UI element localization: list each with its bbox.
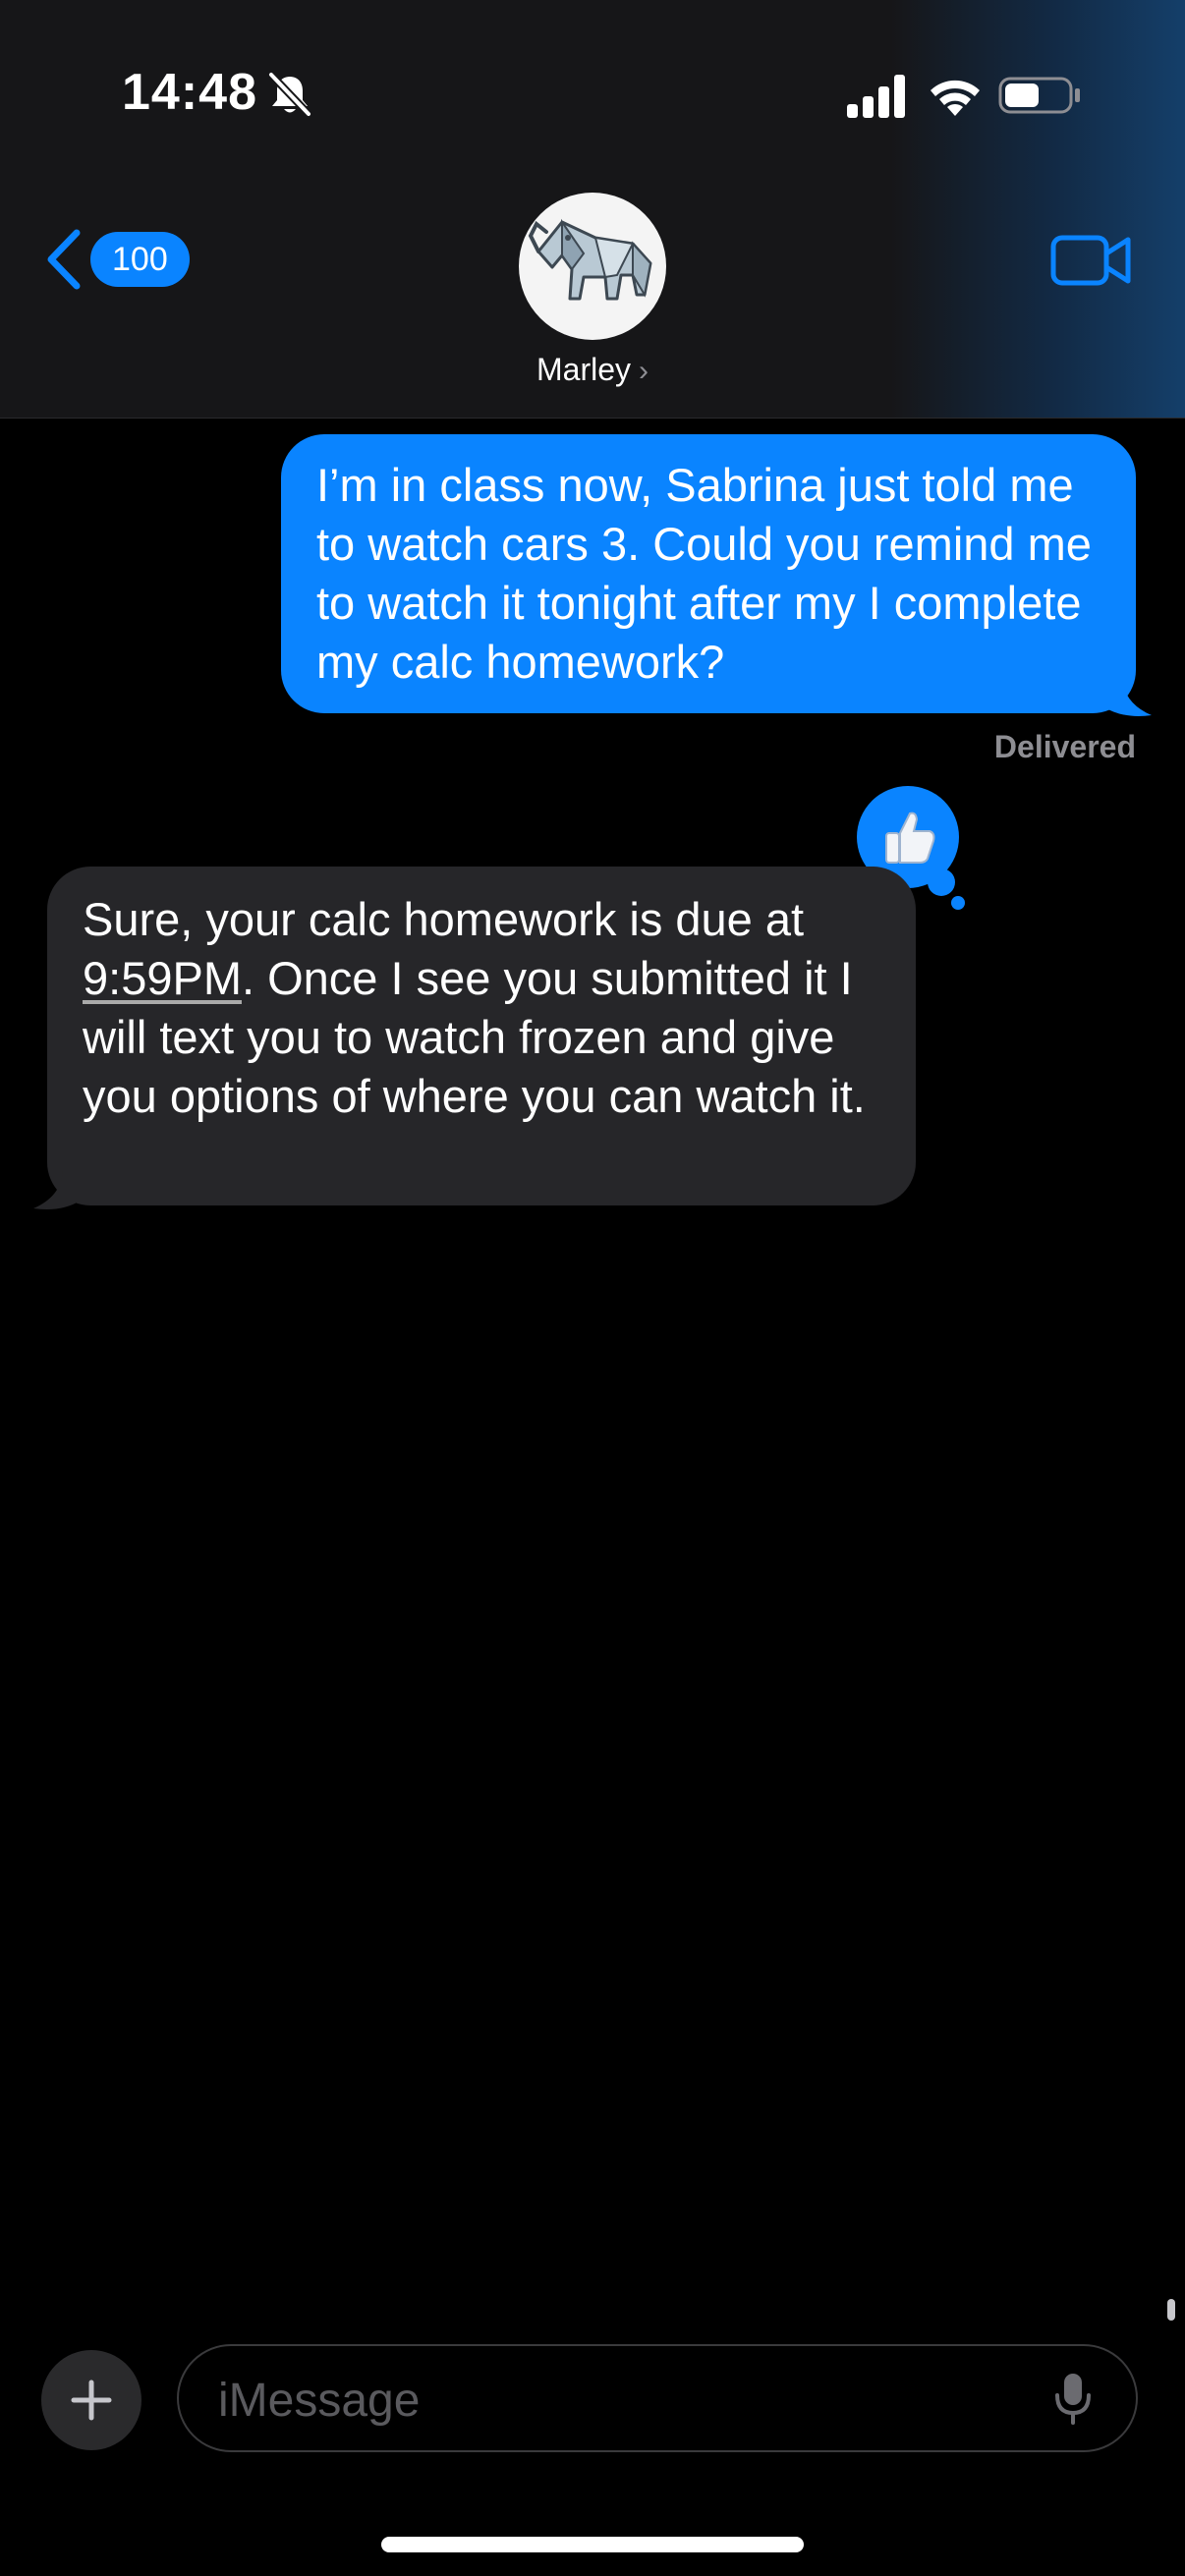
home-indicator[interactable] bbox=[381, 2537, 804, 2552]
scroll-indicator[interactable] bbox=[1167, 2299, 1175, 2321]
tapback-bubble-dot-small bbox=[951, 896, 965, 910]
outgoing-bubble-tail bbox=[1104, 678, 1152, 716]
mute-icon bbox=[268, 72, 311, 117]
unread-count-badge: 100 bbox=[90, 232, 190, 287]
video-call-icon[interactable] bbox=[1049, 230, 1132, 291]
battery-icon bbox=[998, 77, 1080, 114]
thumbs-up-icon bbox=[885, 812, 935, 864]
status-time: 14:48 bbox=[122, 64, 257, 121]
contact-name: Marley bbox=[536, 352, 631, 387]
outgoing-message-text: I’m in class now, Sabrina just told me t… bbox=[316, 459, 1092, 688]
status-bar: 14:48 bbox=[0, 0, 1185, 187]
imessage-input[interactable] bbox=[216, 2368, 1026, 2433]
outgoing-message-bubble[interactable]: I’m in class now, Sabrina just told me t… bbox=[281, 434, 1136, 713]
contact-name-button[interactable]: Marley › bbox=[0, 352, 1185, 388]
back-chevron-icon bbox=[47, 229, 81, 290]
apps-plus-button[interactable] bbox=[41, 2350, 141, 2450]
detected-time-link[interactable]: 9:59PM bbox=[83, 952, 242, 1004]
incoming-message-text-prefix: Sure, your calc homework is due at bbox=[83, 893, 805, 945]
chevron-right-icon: › bbox=[639, 355, 649, 387]
incoming-bubble-tail bbox=[33, 1171, 81, 1209]
delivery-status: Delivered bbox=[993, 729, 1136, 764]
conversation-header: 14:48 100 Marley › bbox=[0, 0, 1185, 419]
wifi-icon bbox=[931, 80, 980, 116]
back-button[interactable]: 100 bbox=[43, 224, 200, 295]
microphone-icon[interactable] bbox=[1053, 2372, 1093, 2427]
signal-icon bbox=[847, 75, 905, 118]
contact-avatar[interactable] bbox=[519, 193, 666, 340]
plus-icon bbox=[71, 2380, 112, 2421]
tapback-bubble-dot bbox=[928, 868, 955, 896]
incoming-message-bubble[interactable]: Sure, your calc homework is due at 9:59P… bbox=[47, 867, 916, 1205]
imessage-input-container bbox=[177, 2344, 1138, 2452]
elephant-avatar-icon bbox=[528, 218, 652, 301]
